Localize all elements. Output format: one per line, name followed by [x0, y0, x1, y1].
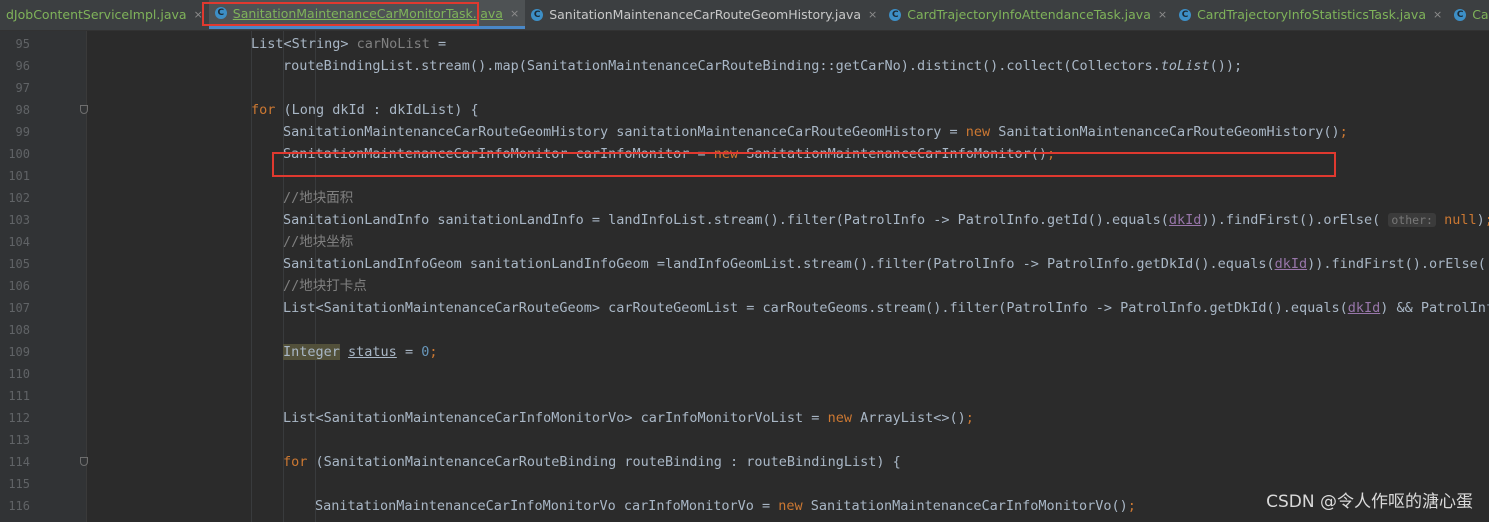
java-class-icon: C: [214, 7, 227, 19]
code-text: SanitationMaintenanceCarInfoMonitorVo ca…: [315, 498, 1136, 514]
fold-marker-icon[interactable]: [80, 105, 88, 114]
line-number: 112: [8, 411, 30, 425]
code-text: routeBindingList.stream().map(Sanitation…: [283, 58, 1243, 74]
close-icon[interactable]: ×: [194, 8, 203, 21]
code-text: for (SanitationMaintenanceCarRouteBindin…: [283, 454, 901, 470]
line-number: 98: [15, 103, 30, 117]
code-line: 101: [0, 165, 1489, 187]
line-number: 106: [8, 279, 30, 293]
line-number: 113: [8, 433, 30, 447]
line-number: 115: [8, 477, 30, 491]
code-text: //地块坐标: [283, 234, 354, 250]
code-text: SanitationLandInfo sanitationLandInfo = …: [283, 212, 1489, 228]
close-icon[interactable]: ×: [510, 7, 519, 20]
tab-label: SanitationMaintenanceCarRouteGeomHistory…: [549, 7, 862, 22]
line-number: 107: [8, 301, 30, 315]
code-line: 113: [0, 429, 1489, 451]
code-line: 98 for (Long dkId : dkIdList) {: [0, 99, 1489, 121]
tab-5[interactable]: C CarTrajectoryIn: [1448, 0, 1489, 29]
code-text: SanitationMaintenanceCarRouteGeomHistory…: [283, 124, 1348, 140]
line-number: 95: [15, 37, 30, 51]
line-number: 114: [8, 455, 30, 469]
code-line: 105 SanitationLandInfoGeom sanitationLand…: [0, 253, 1489, 275]
line-number: 111: [8, 389, 30, 403]
code-text: List<String> carNoList =: [251, 36, 447, 52]
tab-3[interactable]: C CardTrajectoryInfoAttendanceTask.java ×: [883, 0, 1173, 29]
line-number: 116: [8, 499, 30, 513]
code-line: 107 List<SanitationMaintenanceCarRouteGeo…: [0, 297, 1489, 319]
code-line: 102 //地块面积: [0, 187, 1489, 209]
java-class-icon: C: [889, 8, 902, 21]
code-line: 106 //地块打卡点: [0, 275, 1489, 297]
close-icon[interactable]: ×: [1433, 8, 1442, 21]
code-text: List<SanitationMaintenanceCarRouteGeom> …: [283, 300, 1489, 316]
code-line: 112 List<SanitationMaintenanceCarInfoMoni…: [0, 407, 1489, 429]
java-class-icon: C: [1179, 8, 1192, 21]
code-text: SanitationLandInfoGeom sanitationLandInf…: [283, 256, 1489, 272]
line-number: 97: [15, 81, 30, 95]
code-line: 95 List<String> carNoList =: [0, 33, 1489, 55]
code-line: 114 for (SanitationMaintenanceCarRouteBin…: [0, 451, 1489, 473]
tab-label: SanitationMaintenanceCarMonitorTask.java: [232, 5, 503, 21]
code-line: 96 routeBindingList.stream().map(Sanitati…: [0, 55, 1489, 77]
code-line: 97: [0, 77, 1489, 99]
line-number: 96: [15, 59, 30, 73]
line-number: 105: [8, 257, 30, 271]
code-text: Integer status = 0;: [283, 344, 438, 360]
code-line: 100 SanitationMaintenanceCarInfoMonitor c…: [0, 143, 1489, 165]
tab-2[interactable]: C SanitationMaintenanceCarRouteGeomHistor…: [525, 0, 883, 29]
line-number: 108: [8, 323, 30, 337]
code-line: 111: [0, 385, 1489, 407]
line-number: 103: [8, 213, 30, 227]
watermark: CSDN @令人作呕的溏心蛋: [1266, 492, 1473, 512]
tab-label: CardTrajectoryInfoAttendanceTask.java: [907, 7, 1151, 22]
code-line: 103 SanitationLandInfo sanitationLandInfo…: [0, 209, 1489, 231]
line-number: 100: [8, 147, 30, 161]
line-number: 110: [8, 367, 30, 381]
tab-1[interactable]: C SanitationMaintenanceCarMonitorTask.jav…: [208, 0, 526, 29]
java-class-icon: C: [531, 8, 544, 21]
code-text: for (Long dkId : dkIdList) {: [251, 102, 479, 118]
line-number: 99: [15, 125, 30, 139]
code-editor[interactable]: 95 List<String> carNoList = 96 routeBinding…: [0, 31, 1489, 522]
code-text: //地块面积: [283, 190, 354, 206]
tab-label: CarTrajectoryIn: [1472, 7, 1489, 22]
editor-tab-bar: dJobContentServiceImpl.java × C SanitationM…: [0, 0, 1489, 31]
line-number: 101: [8, 169, 30, 183]
code-line: 109 Integer status = 0;: [0, 341, 1489, 363]
close-icon[interactable]: ×: [1158, 8, 1167, 21]
close-icon[interactable]: ×: [868, 8, 877, 21]
code-text: //地块打卡点: [283, 278, 367, 294]
code-text: SanitationMaintenanceCarInfoMonitor carI…: [283, 146, 1056, 162]
line-number: 104: [8, 235, 30, 249]
line-number: 109: [8, 345, 30, 359]
line-number: 102: [8, 191, 30, 205]
tab-4[interactable]: C CardTrajectoryInfoStatisticsTask.java ×: [1173, 0, 1448, 29]
code-line: 104 //地块坐标: [0, 231, 1489, 253]
tab-0[interactable]: dJobContentServiceImpl.java ×: [0, 0, 209, 29]
tab-label: dJobContentServiceImpl.java: [6, 7, 187, 22]
fold-marker-icon[interactable]: [80, 457, 88, 466]
code-line: 99 SanitationMaintenanceCarRouteGeomHisto…: [0, 121, 1489, 143]
tab-label: CardTrajectoryInfoStatisticsTask.java: [1197, 7, 1426, 22]
code-text: List<SanitationMaintenanceCarInfoMonitor…: [283, 410, 974, 426]
code-line: 110: [0, 363, 1489, 385]
java-class-icon: C: [1454, 8, 1467, 21]
code-line: 108: [0, 319, 1489, 341]
